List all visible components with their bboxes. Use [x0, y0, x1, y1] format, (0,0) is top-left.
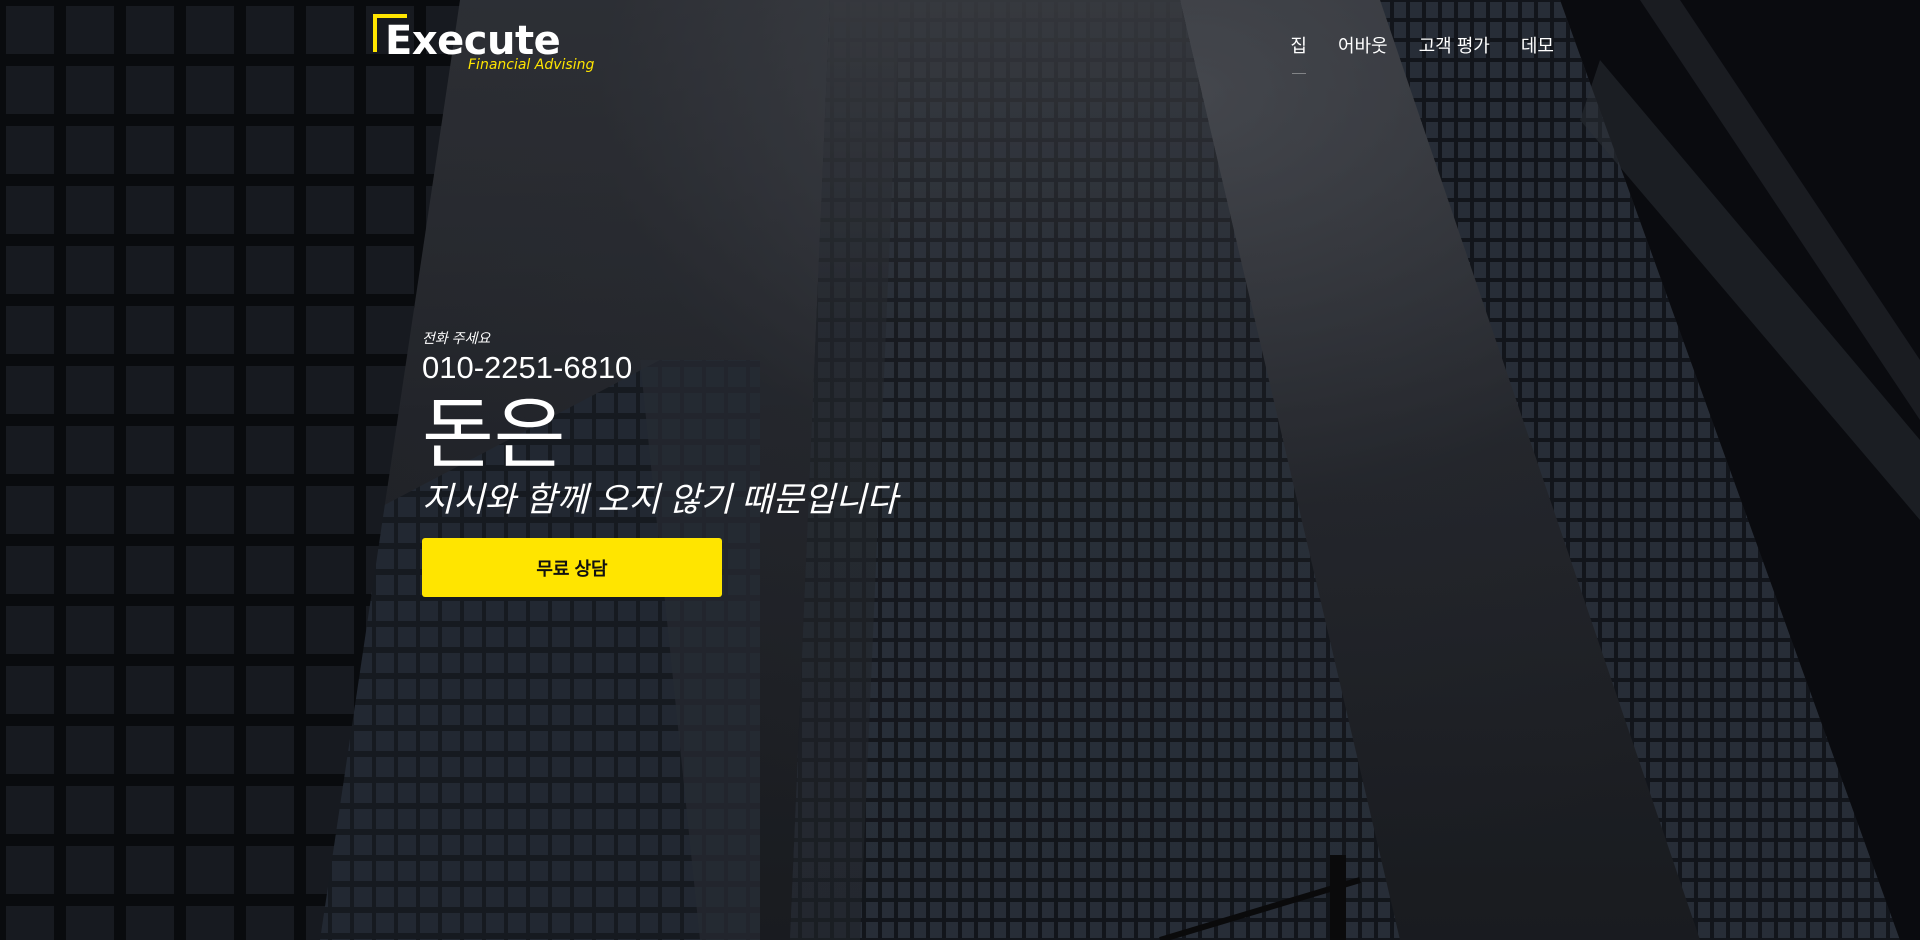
nav-item-home[interactable]: 집	[1290, 30, 1307, 74]
hero-tagline: 지시와 함께 오지 않기 때문입니다	[422, 481, 898, 519]
nav-item-demo[interactable]: 데모	[1521, 30, 1554, 60]
nav-item-testimonials[interactable]: 고객 평가	[1419, 30, 1490, 60]
hero-headline: 돈은	[422, 390, 566, 478]
phone-number[interactable]: 010-2251-6810	[422, 350, 1022, 386]
hero-section: Execute Financial Advising 집 어바웃 고객 평가 데…	[0, 0, 1920, 940]
brand-logo[interactable]: Execute Financial Advising	[373, 14, 603, 80]
call-label: 전화 주세요	[422, 330, 491, 346]
free-consultation-button[interactable]: 무료 상담	[422, 538, 722, 597]
hero-content: 전화 주세요 010-2251-6810 돈은 지시와 함께 오지 않기 때문입…	[422, 328, 1022, 597]
nav-item-about[interactable]: 어바웃	[1338, 30, 1388, 60]
main-nav: 집 어바웃 고객 평가 데모	[1259, 30, 1554, 74]
brand-tagline: Financial Advising	[468, 57, 595, 73]
